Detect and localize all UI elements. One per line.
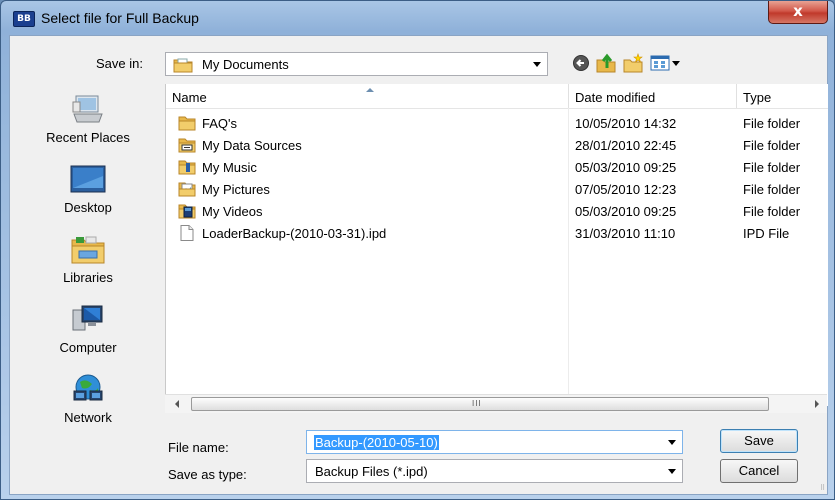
- column-header-label: Name: [172, 90, 207, 105]
- file-row[interactable]: My Pictures 07/05/2010 12:23 File folder: [166, 178, 828, 200]
- file-type: IPD File: [743, 226, 790, 241]
- place-label: Network: [64, 410, 112, 425]
- sort-ascending-icon: [366, 88, 374, 92]
- dialog-client-area: Save in: My Documents Recent Places Desk…: [9, 35, 828, 495]
- save-as-type-label: Save as type:: [168, 467, 247, 482]
- new-folder-icon[interactable]: [622, 52, 644, 74]
- place-libraries[interactable]: Libraries: [14, 230, 162, 300]
- file-name: My Music: [202, 160, 257, 175]
- file-row[interactable]: My Data Sources 28/01/2010 22:45 File fo…: [166, 134, 828, 156]
- save-in-label: Save in:: [96, 56, 143, 71]
- data-sources-folder-icon: [178, 138, 196, 153]
- file-type: File folder: [743, 116, 801, 131]
- cancel-button[interactable]: Cancel: [720, 459, 798, 483]
- file-row[interactable]: FAQ's 10/05/2010 14:32 File folder: [166, 112, 828, 134]
- file-type: File folder: [743, 160, 801, 175]
- column-header-name[interactable]: Name: [166, 84, 568, 108]
- save-as-type-dropdown[interactable]: Backup Files (*.ipd): [306, 459, 683, 483]
- resize-grip-icon[interactable]: ⠿: [820, 484, 828, 492]
- file-name: LoaderBackup-(2010-03-31).ipd: [202, 226, 387, 241]
- network-icon: [73, 374, 103, 401]
- file-list[interactable]: Name Date modified Type FAQ's 10/05/2010…: [165, 84, 828, 406]
- back-arrow-icon[interactable]: [572, 52, 590, 74]
- file-name-label: File name:: [168, 440, 229, 455]
- libraries-icon: [71, 236, 105, 264]
- save-button[interactable]: Save: [720, 429, 798, 453]
- file-name: My Pictures: [202, 182, 270, 197]
- file-row[interactable]: My Videos 05/03/2010 09:25 File folder: [166, 200, 828, 222]
- horizontal-scrollbar[interactable]: III: [165, 394, 827, 413]
- column-header-label: Date modified: [575, 90, 656, 105]
- close-button[interactable]: x: [768, 1, 828, 24]
- place-desktop[interactable]: Desktop: [14, 160, 162, 230]
- file-type: File folder: [743, 182, 801, 197]
- file-row[interactable]: My Music 05/03/2010 09:25 File folder: [166, 156, 828, 178]
- desktop-icon: [70, 165, 106, 193]
- column-header-label: Type: [743, 90, 772, 105]
- scroll-left-icon[interactable]: [175, 400, 179, 408]
- place-label: Libraries: [63, 270, 113, 285]
- videos-folder-icon: [178, 204, 196, 219]
- file-icon: [180, 225, 194, 241]
- place-network[interactable]: Network: [14, 370, 162, 440]
- music-folder-icon: [178, 160, 196, 175]
- column-header-row: Name Date modified Type: [166, 84, 828, 109]
- chevron-down-icon[interactable]: [668, 469, 676, 474]
- file-date: 10/05/2010 14:32: [575, 116, 677, 131]
- places-bar: Recent Places Desktop Libraries Computer…: [14, 86, 162, 436]
- place-recent-places[interactable]: Recent Places: [14, 90, 162, 160]
- file-name-input[interactable]: Backup-(2010-05-10): [306, 430, 683, 454]
- file-date: 05/03/2010 09:25: [575, 204, 677, 219]
- save-in-dropdown[interactable]: My Documents: [165, 52, 548, 76]
- file-name-value[interactable]: Backup-(2010-05-10): [314, 435, 439, 450]
- file-type: File folder: [743, 138, 801, 153]
- place-label: Recent Places: [46, 130, 130, 145]
- title-bar[interactable]: BB Select file for Full Backup x: [1, 1, 834, 35]
- scrollbar-grip: III: [472, 399, 482, 408]
- documents-folder-icon: [173, 58, 193, 73]
- file-name: My Data Sources: [202, 138, 302, 153]
- pictures-folder-icon: [178, 182, 196, 197]
- file-name: My Videos: [202, 204, 263, 219]
- blackberry-app-icon: BB: [13, 11, 35, 27]
- computer-icon: [72, 305, 103, 331]
- column-header-type[interactable]: Type: [736, 84, 828, 108]
- file-name: FAQ's: [202, 116, 237, 131]
- place-label: Computer: [59, 340, 117, 355]
- scrollbar-thumb[interactable]: III: [191, 397, 769, 411]
- dialog-window: BB Select file for Full Backup x Save in…: [0, 0, 835, 500]
- views-menu-icon[interactable]: [650, 52, 682, 74]
- save-as-type-value: Backup Files (*.ipd): [315, 464, 428, 479]
- file-date: 28/01/2010 22:45: [575, 138, 677, 153]
- place-label: Desktop: [64, 200, 112, 215]
- recent-places-icon: [72, 95, 103, 123]
- chevron-down-icon[interactable]: [668, 440, 676, 445]
- window-title: Select file for Full Backup: [41, 10, 199, 26]
- folder-icon: [178, 116, 196, 131]
- scroll-right-icon[interactable]: [815, 400, 819, 408]
- column-header-date-modified[interactable]: Date modified: [568, 84, 736, 108]
- file-date: 07/05/2010 12:23: [575, 182, 677, 197]
- file-row[interactable]: LoaderBackup-(2010-03-31).ipd 31/03/2010…: [166, 222, 828, 244]
- chevron-down-icon[interactable]: [533, 62, 541, 67]
- file-date: 05/03/2010 09:25: [575, 160, 677, 175]
- file-type: File folder: [743, 204, 801, 219]
- up-one-level-icon[interactable]: [596, 52, 616, 74]
- place-computer[interactable]: Computer: [14, 300, 162, 370]
- save-in-value: My Documents: [202, 57, 289, 72]
- file-date: 31/03/2010 11:10: [575, 226, 676, 241]
